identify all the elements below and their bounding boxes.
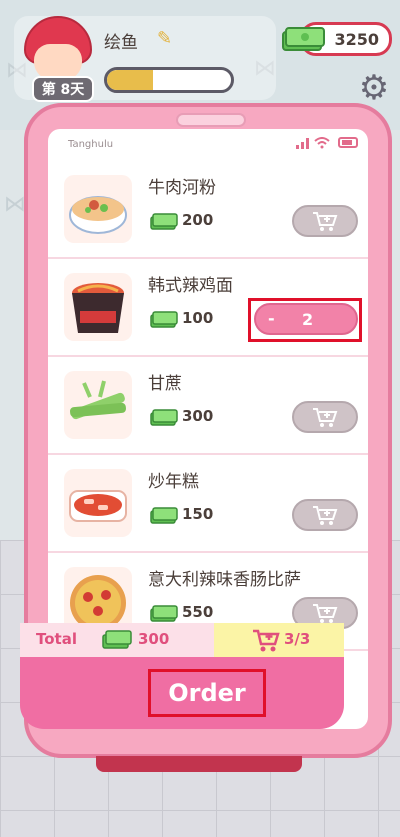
phone-speaker <box>176 113 246 127</box>
xp-progress-fill <box>107 70 153 90</box>
gear-icon[interactable]: ⚙ <box>356 70 392 106</box>
list-item: 甘蔗 300 <box>48 357 368 455</box>
add-to-cart-button[interactable] <box>292 499 358 531</box>
food-image-tteokbokki <box>64 469 132 537</box>
item-price: 150 <box>182 505 214 523</box>
highlight-box <box>248 298 362 342</box>
player-name: 绘鱼 <box>104 33 138 53</box>
total-label: Total <box>36 630 77 648</box>
item-price: 200 <box>182 211 214 229</box>
item-price: 300 <box>182 407 214 425</box>
cash-icon <box>150 213 178 230</box>
day-badge: 第 8天 <box>32 76 94 102</box>
cart-icon <box>313 506 338 525</box>
add-to-cart-button[interactable] <box>292 205 358 237</box>
total-row: Total 300 3/3 <box>20 623 344 657</box>
item-name: 韩式辣鸡面 <box>148 276 233 296</box>
pencil-icon[interactable]: ✎ <box>157 28 179 50</box>
order-button[interactable]: Order <box>148 669 266 717</box>
item-name: 牛肉河粉 <box>148 178 216 198</box>
cart-count-panel: 3/3 <box>214 623 344 657</box>
item-price: 100 <box>182 309 214 327</box>
order-area: Order <box>20 657 344 729</box>
signal-icon <box>296 138 309 149</box>
cart-icon <box>313 408 338 427</box>
add-to-cart-button[interactable] <box>292 401 358 433</box>
cash-icon <box>150 409 178 426</box>
list-item: 炒年糕 150 <box>48 455 368 553</box>
cash-icon <box>102 630 132 649</box>
cash-icon <box>150 507 178 524</box>
cash-icon <box>150 311 178 328</box>
total-panel: Total 300 <box>20 623 214 657</box>
status-bar: Tanghulu <box>48 129 368 159</box>
food-image-noodles <box>64 273 132 341</box>
item-name: 炒年糕 <box>148 472 199 492</box>
food-image-sugarcane <box>64 371 132 439</box>
cart-icon <box>313 212 338 231</box>
item-name: 意大利辣味香肠比萨 <box>148 570 301 590</box>
money-value: 3250 <box>334 29 379 49</box>
battery-icon <box>338 137 358 148</box>
cart-icon <box>313 604 338 623</box>
carrier-label: Tanghulu <box>68 139 114 150</box>
xp-progress-bar <box>104 67 234 93</box>
bow-decoration: ⋈ <box>4 192 26 217</box>
wifi-icon <box>314 137 330 149</box>
menu-list[interactable]: 牛肉河粉 200 韩式辣鸡面 100 - 2 甘蔗 300 炒年糕 150 意大… <box>48 161 368 651</box>
list-item: 韩式辣鸡面 100 - 2 <box>48 259 368 357</box>
cash-icon <box>150 605 178 622</box>
item-name: 甘蔗 <box>148 374 182 394</box>
item-price: 550 <box>182 603 214 621</box>
list-item: 牛肉河粉 200 <box>48 161 368 259</box>
phone-stand <box>96 756 302 772</box>
cash-icon <box>282 27 325 51</box>
avatar-face <box>34 44 82 80</box>
cart-icon <box>253 629 280 652</box>
cart-count: 3/3 <box>284 630 311 648</box>
total-value: 300 <box>138 630 170 648</box>
food-image-pho <box>64 175 132 243</box>
